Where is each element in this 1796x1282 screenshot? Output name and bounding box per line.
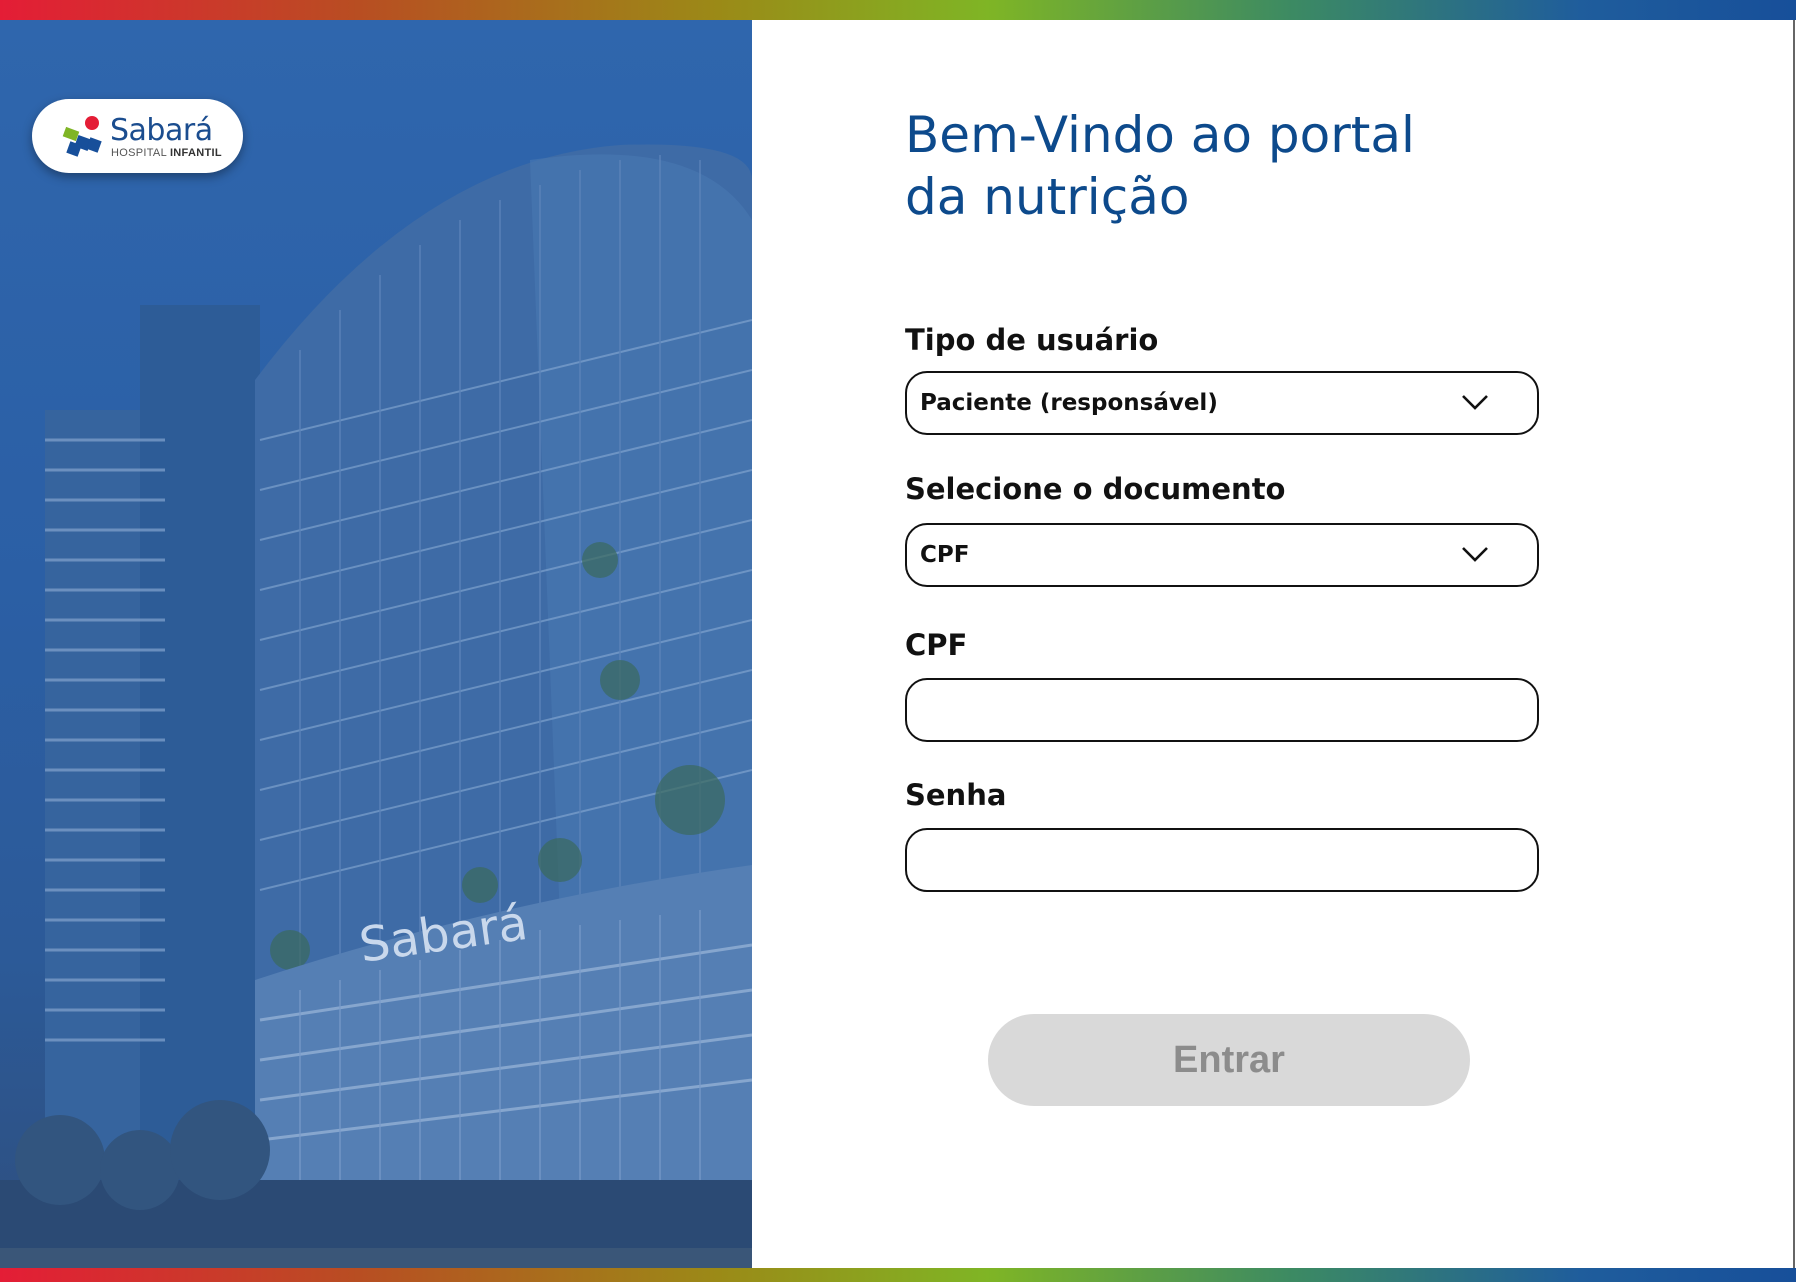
enter-button[interactable]: Entrar — [988, 1014, 1470, 1106]
building-illustration: Sabará — [0, 144, 752, 1268]
cpf-label: CPF — [905, 628, 968, 662]
brand-stripe-bottom — [0, 1268, 1796, 1282]
user-type-value: Paciente (responsável) — [920, 390, 1218, 416]
document-type-value: CPF — [920, 542, 970, 568]
chevron-down-icon — [1462, 395, 1488, 410]
sabara-logo-mark-icon — [62, 116, 102, 157]
chevron-down-icon — [1462, 547, 1488, 562]
cpf-input[interactable] — [905, 678, 1539, 742]
password-input[interactable] — [905, 828, 1539, 892]
document-type-select[interactable]: CPF — [905, 523, 1539, 587]
user-type-label: Tipo de usuário — [905, 323, 1159, 357]
brand-stripe-top — [0, 0, 1796, 20]
page-title: Bem-Vindo ao portal da nutrição — [905, 106, 1415, 226]
sabara-logo: Sabará HOSPITAL INFANTIL — [32, 99, 243, 173]
document-type-label: Selecione o documento — [905, 472, 1286, 506]
hero-image: Sabará Sabará HOSPITAL INFANTIL — [0, 20, 752, 1268]
password-label: Senha — [905, 778, 1007, 812]
logo-brand: Sabará — [110, 113, 213, 148]
user-type-select[interactable]: Paciente (responsável) — [905, 371, 1539, 435]
logo-subtitle: HOSPITAL INFANTIL — [111, 147, 222, 159]
window-edge — [1793, 20, 1795, 1268]
